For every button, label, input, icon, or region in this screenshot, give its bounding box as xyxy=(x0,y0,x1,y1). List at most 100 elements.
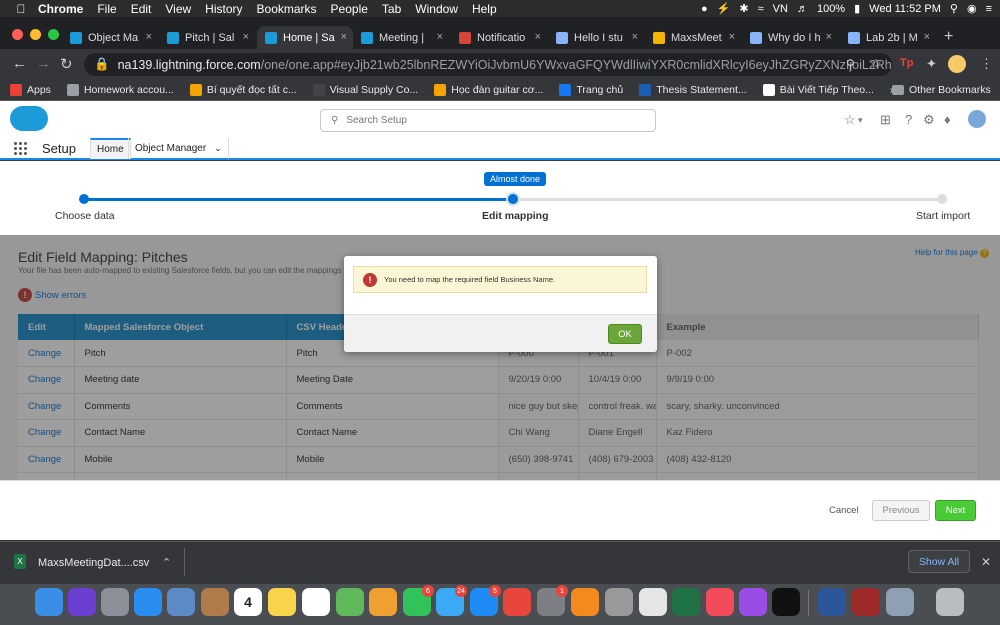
bookmark-item[interactable]: Bí quyết đọc tất c... xyxy=(189,84,297,96)
excel-icon[interactable] xyxy=(672,588,700,616)
battery-icon[interactable]: ▮ xyxy=(854,2,860,15)
close-icon[interactable]: ✕ xyxy=(981,555,991,569)
browser-tab[interactable]: Object Ma × xyxy=(62,26,158,49)
browser-tab[interactable]: Why do I h × xyxy=(742,26,838,49)
news-icon[interactable] xyxy=(706,588,734,616)
image-capture-icon[interactable] xyxy=(886,588,914,616)
cancel-button[interactable]: Cancel xyxy=(829,505,859,516)
download-filename[interactable]: MaxsMeetingDat....csv xyxy=(38,557,149,569)
browser-tab[interactable]: Lab 2b | M × xyxy=(840,26,936,49)
keynote-icon[interactable] xyxy=(605,588,633,616)
bookmark-item[interactable]: Trang chủ xyxy=(559,84,623,96)
extensions-icon[interactable]: ✦ xyxy=(926,56,937,72)
notes-icon[interactable] xyxy=(268,588,296,616)
facetime-icon[interactable]: 6 xyxy=(403,585,434,616)
messages-icon[interactable]: 24 xyxy=(436,585,467,616)
bookmark-item[interactable]: Visual Supply Co... xyxy=(312,84,418,96)
close-tab-icon[interactable]: × xyxy=(924,31,930,43)
dictionary-icon[interactable] xyxy=(852,588,880,616)
statusbar-icon[interactable]: ● xyxy=(701,3,708,15)
next-button[interactable]: Next xyxy=(935,500,976,521)
textedit-icon[interactable] xyxy=(639,588,667,616)
nav-object-manager-tab[interactable]: Object Manager ⌄ xyxy=(128,138,229,159)
help-icon[interactable]: ? xyxy=(905,112,912,127)
other-bookmarks[interactable]: Other Bookmarks xyxy=(892,84,991,96)
previous-button[interactable]: Previous xyxy=(872,500,930,521)
favorites-icon[interactable]: ☆ xyxy=(844,112,856,128)
bolt-icon[interactable]: ⚡ xyxy=(717,2,731,15)
trash-icon[interactable] xyxy=(936,588,964,616)
menu-app-name[interactable]: Chrome xyxy=(38,2,83,16)
menu-history[interactable]: History xyxy=(205,2,242,16)
close-tab-icon[interactable]: × xyxy=(341,31,347,43)
user-avatar[interactable] xyxy=(966,108,988,130)
maps-icon[interactable] xyxy=(336,588,364,616)
finder-icon[interactable] xyxy=(35,588,63,616)
zoom-search-icon[interactable]: ⚲ xyxy=(846,57,855,71)
minimize-window-button[interactable] xyxy=(30,29,41,40)
chevron-up-icon[interactable]: ⌃ xyxy=(162,556,171,569)
close-tab-icon[interactable]: × xyxy=(826,31,832,43)
menu-edit[interactable]: Edit xyxy=(131,2,152,16)
launchpad-icon[interactable] xyxy=(101,588,129,616)
chrome-menu-icon[interactable]: ⋮ xyxy=(980,56,993,72)
close-tab-icon[interactable]: × xyxy=(729,31,735,43)
back-icon[interactable]: ← xyxy=(12,55,27,72)
podcasts-icon[interactable] xyxy=(739,588,767,616)
close-tab-icon[interactable]: × xyxy=(632,31,638,43)
zoom-window-button[interactable] xyxy=(48,29,59,40)
bell-icon[interactable]: ♦ xyxy=(944,112,951,127)
salesforce-logo[interactable] xyxy=(10,106,48,131)
setup-search-input[interactable]: ⚲ Search Setup xyxy=(320,109,656,132)
bookmark-item[interactable]: Bài Viết Tiếp Theo... xyxy=(762,84,874,96)
photos-icon[interactable] xyxy=(369,588,397,616)
bookmark-item[interactable]: Apps xyxy=(10,84,51,96)
browser-tab[interactable]: Notificatio × xyxy=(451,26,547,49)
close-tab-icon[interactable]: × xyxy=(146,31,152,43)
control-center-icon[interactable]: ≡ xyxy=(986,3,992,15)
browser-tab[interactable]: Pitch | Sal × xyxy=(159,26,255,49)
bookmark-item[interactable]: Homework accou... xyxy=(66,84,174,96)
apple-icon[interactable]:  xyxy=(14,2,28,16)
gear-icon[interactable]: ⚙ xyxy=(923,112,935,128)
wifi-icon[interactable]: ≈ xyxy=(758,3,764,15)
system-preferences-icon[interactable]: 1 xyxy=(537,585,568,616)
profile-avatar[interactable] xyxy=(948,55,966,73)
bookmark-star-icon[interactable]: ☆ xyxy=(870,56,882,72)
chrome-icon[interactable] xyxy=(503,588,531,616)
spotlight-icon[interactable]: ⚲ xyxy=(950,2,958,15)
browser-tab[interactable]: Hello I stu × xyxy=(548,26,644,49)
forward-icon[interactable]: → xyxy=(36,55,51,72)
word-icon[interactable] xyxy=(818,588,846,616)
siri-icon[interactable] xyxy=(68,588,96,616)
bookmark-item[interactable]: Học đàn guitar cơ... xyxy=(434,84,543,96)
app-launcher-icon[interactable] xyxy=(14,142,27,155)
appletv-icon[interactable] xyxy=(772,588,800,616)
volume-icon[interactable]: ♬ xyxy=(797,3,808,15)
appstore-icon[interactable]: 5 xyxy=(470,585,501,616)
extension-tp-icon[interactable]: Tp xyxy=(900,57,913,69)
add-icon[interactable]: ⊞ xyxy=(880,112,891,128)
browser-tab[interactable]: MaxsMeet × xyxy=(645,26,741,49)
reminders-icon[interactable] xyxy=(302,588,330,616)
menu-view[interactable]: View xyxy=(165,2,191,16)
favorites-dropdown-icon[interactable]: ▾ xyxy=(858,115,863,126)
nav-home-tab[interactable]: Home xyxy=(90,138,131,159)
battery-percent[interactable]: 100% xyxy=(817,3,845,15)
user-icon[interactable]: ◉ xyxy=(967,2,977,15)
reload-icon[interactable]: ↻ xyxy=(60,55,73,73)
bookmark-item[interactable]: Thesis Statement... xyxy=(639,84,747,96)
safari-icon[interactable] xyxy=(134,588,162,616)
menu-tab[interactable]: Tab xyxy=(382,2,401,16)
close-tab-icon[interactable]: × xyxy=(437,31,443,43)
clock[interactable]: Wed 11:52 PM xyxy=(869,3,941,15)
menu-window[interactable]: Window xyxy=(415,2,458,16)
books-icon[interactable] xyxy=(571,588,599,616)
ok-button[interactable]: OK xyxy=(608,324,642,344)
close-tab-icon[interactable]: × xyxy=(535,31,541,43)
menu-file[interactable]: File xyxy=(97,2,116,16)
address-bar[interactable]: 🔒 na139.lightning.force.com/one/one.app#… xyxy=(84,53,892,76)
input-source-icon[interactable]: VN xyxy=(773,3,788,15)
new-tab-button[interactable]: + xyxy=(944,28,953,46)
menu-help[interactable]: Help xyxy=(472,2,497,16)
